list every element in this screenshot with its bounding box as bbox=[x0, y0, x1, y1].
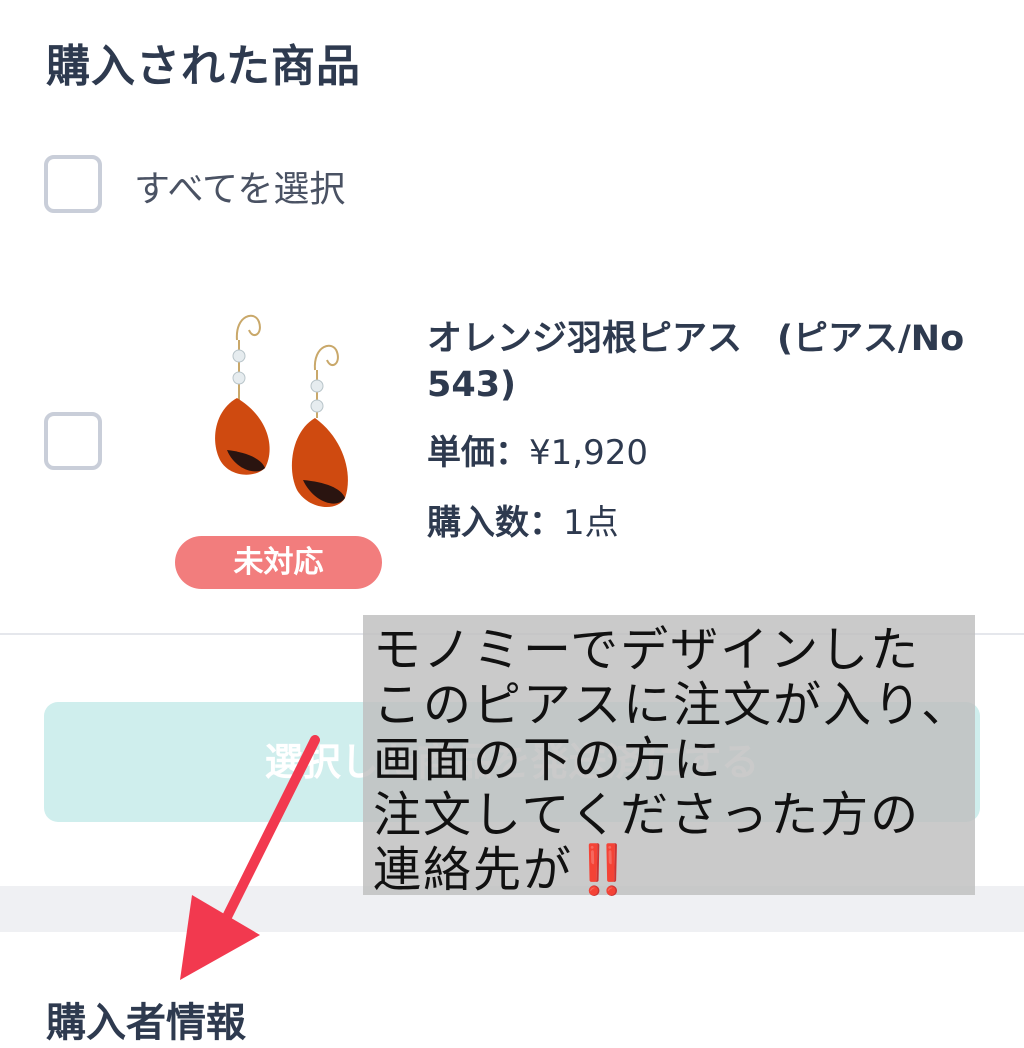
annotation-text: モノミーでデザインした このピアスに注文が入り、 画面の下の方に 注文してくださ… bbox=[373, 623, 973, 898]
red-arrow-annotation bbox=[180, 735, 320, 980]
price-row: 単価：¥1,920 bbox=[427, 425, 648, 474]
earring-pearl-left-2 bbox=[232, 371, 246, 385]
price-value: ¥1,920 bbox=[529, 433, 648, 473]
earring-pearl-right-2 bbox=[310, 399, 324, 413]
quantity-row: 購入数：1点 bbox=[427, 495, 619, 544]
double-exclamation-icon: ‼️ bbox=[573, 842, 635, 898]
select-all-checkbox[interactable] bbox=[44, 155, 102, 213]
product-checkbox[interactable] bbox=[44, 412, 102, 470]
arrow-head-icon bbox=[180, 895, 260, 980]
price-key: 単価： bbox=[427, 433, 529, 473]
earring-pearl-right-1 bbox=[310, 379, 324, 393]
page-title: 購入された商品 bbox=[46, 41, 361, 92]
product-name[interactable]: オレンジ羽根ピアス (ピアス/No543) bbox=[427, 316, 987, 408]
arrow-shaft bbox=[213, 735, 320, 940]
select-all-label[interactable]: すべてを選択 bbox=[134, 160, 345, 212]
buyer-info-title: 購入者情報 bbox=[46, 1000, 246, 1046]
annotation-overlay: モノミーでデザインした このピアスに注文が入り、 画面の下の方に 注文してくださ… bbox=[363, 615, 975, 898]
quantity-value: 1点 bbox=[563, 503, 619, 543]
earring-hook-right bbox=[313, 344, 339, 371]
earring-pearl-left-1 bbox=[232, 349, 246, 363]
product-image[interactable] bbox=[175, 300, 385, 525]
quantity-key: 購入数： bbox=[427, 503, 563, 543]
annotation-body: モノミーでデザインした このピアスに注文が入り、 画面の下の方に 注文してくださ… bbox=[373, 622, 972, 898]
status-badge: 未対応 bbox=[175, 536, 382, 589]
earring-hook-left bbox=[235, 314, 261, 341]
